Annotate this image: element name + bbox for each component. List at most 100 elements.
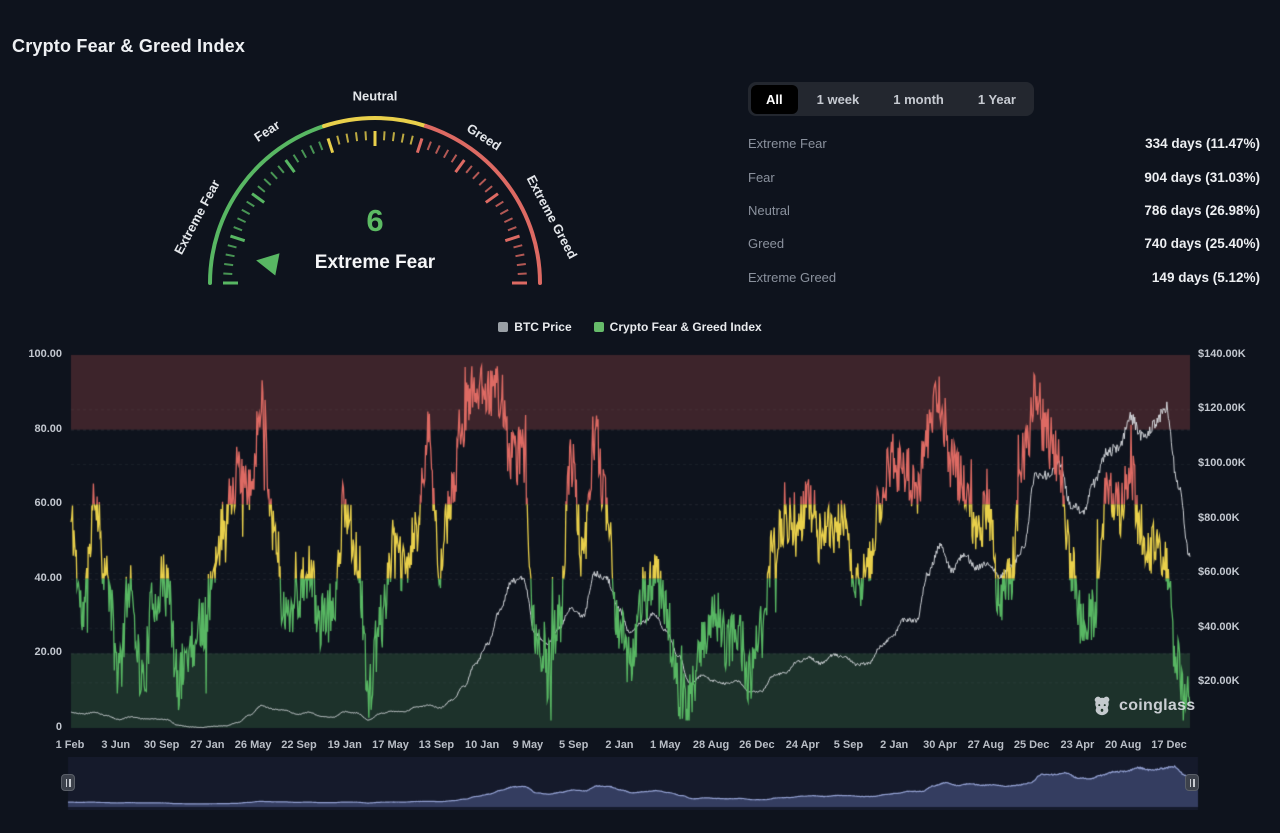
gauge-arc — [426, 126, 540, 283]
x-axis-tick: 27 Jan — [190, 739, 224, 751]
left-axis-tick: 100.00 — [0, 348, 62, 360]
x-axis-tick: 5 Sep — [834, 739, 863, 751]
gauge-tick — [486, 194, 498, 203]
btc-price-swatch-icon — [498, 322, 508, 332]
gauge-scale-neutral: Neutral — [353, 89, 398, 104]
gauge-tick — [226, 255, 235, 257]
right-axis-tick: $60.00K — [1198, 566, 1240, 578]
x-axis-tick: 24 Apr — [786, 739, 820, 751]
gauge-tick — [271, 172, 277, 179]
stat-label: Neutral — [748, 203, 790, 218]
tab-all[interactable]: All — [751, 85, 798, 114]
gauge-tick — [237, 218, 245, 222]
gauge-tick — [514, 245, 523, 247]
gauge-tick — [337, 136, 339, 145]
x-axis-tick: 1 Feb — [56, 739, 85, 751]
gauge-tick — [356, 132, 357, 141]
legend-item-fear-greed[interactable]: Crypto Fear & Greed Index — [594, 320, 762, 334]
x-axis-tick: 17 Dec — [1151, 739, 1186, 751]
gauge-tick — [479, 179, 486, 185]
gauge-tick — [328, 138, 333, 152]
gauge-tick — [444, 150, 448, 158]
gauge-tick — [452, 155, 457, 163]
x-axis-tick: 9 May — [513, 739, 544, 751]
gauge-tick — [294, 155, 299, 163]
gauge-tick — [252, 194, 264, 203]
navigator-right-handle-icon[interactable] — [1185, 774, 1199, 791]
x-axis-tick: 5 Sep — [559, 739, 588, 751]
legend-label: Crypto Fear & Greed Index — [610, 320, 762, 334]
left-axis-tick: 20.00 — [0, 646, 62, 658]
stat-value: 786 days (26.98%) — [1144, 203, 1260, 218]
left-axis-tick: 40.00 — [0, 572, 62, 584]
stat-row-extreme-greed: Extreme Greed 149 days (5.12%) — [748, 261, 1260, 294]
right-axis-tick: $100.00K — [1198, 457, 1246, 469]
gauge-tick — [278, 166, 284, 173]
main-chart-canvas[interactable] — [0, 340, 1280, 765]
range-tabs: All 1 week 1 month 1 Year — [748, 82, 1034, 116]
gauge-tick — [258, 186, 265, 192]
gauge-tick — [228, 245, 237, 247]
coinglass-watermark: coinglass — [1091, 695, 1196, 717]
right-axis-tick: $40.00K — [1198, 621, 1240, 633]
gauge-tick — [365, 131, 366, 140]
coinglass-wordmark: coinglass — [1119, 697, 1196, 715]
left-axis-tick: 0 — [0, 721, 62, 733]
gauge-tick — [310, 145, 314, 153]
stat-value: 904 days (31.03%) — [1144, 170, 1260, 185]
fear-greed-dashboard: { "page": { "title": "Crypto Fear & Gree… — [0, 0, 1280, 833]
gauge-tick — [234, 227, 242, 230]
x-axis-tick: 23 Apr — [1060, 739, 1094, 751]
chart-legend: BTC Price Crypto Fear & Greed Index — [0, 320, 1260, 334]
gauge-tick — [500, 210, 508, 214]
gauge-tick — [517, 264, 526, 265]
x-axis-tick: 2 Jan — [605, 739, 633, 751]
gauge-tick — [286, 160, 295, 172]
navigator-canvas[interactable] — [0, 757, 1280, 810]
x-axis-tick: 10 Jan — [465, 739, 499, 751]
gauge-tick — [302, 150, 306, 158]
gauge-current-status: Extreme Fear — [315, 252, 435, 274]
stat-row-greed: Greed 740 days (25.40%) — [748, 227, 1260, 260]
stat-label: Extreme Greed — [748, 270, 836, 285]
gauge-tick — [473, 172, 479, 179]
left-axis-tick: 80.00 — [0, 423, 62, 435]
right-axis-tick: $140.00K — [1198, 348, 1246, 360]
right-axis-tick: $20.00K — [1198, 675, 1240, 687]
x-axis-tick: 2 Jan — [880, 739, 908, 751]
tab-1-week[interactable]: 1 week — [802, 85, 875, 114]
gauge-tick — [428, 142, 431, 150]
gauge-tick — [411, 136, 413, 145]
gauge-tick — [485, 186, 492, 192]
tab-1-month[interactable]: 1 month — [878, 85, 959, 114]
gauge-tick — [417, 138, 422, 152]
sentiment-stats: Extreme Fear 334 days (11.47%) Fear 904 … — [748, 127, 1260, 294]
stat-label: Extreme Fear — [748, 136, 827, 151]
gauge-tick — [384, 131, 385, 140]
stat-row-extreme-fear: Extreme Fear 334 days (11.47%) — [748, 127, 1260, 160]
tab-1-year[interactable]: 1 Year — [963, 85, 1031, 114]
x-axis-tick: 28 Aug — [693, 739, 729, 751]
gauge-tick — [242, 210, 250, 214]
gauge-tick — [319, 142, 322, 150]
gauge-tick — [223, 273, 232, 274]
gauge-tick — [515, 255, 524, 257]
navigator-left-handle-icon[interactable] — [61, 774, 75, 791]
legend-item-btc-price[interactable]: BTC Price — [498, 320, 571, 334]
coinglass-bear-icon — [1091, 695, 1113, 717]
gauge-tick — [402, 134, 404, 143]
gauge-pointer-icon — [256, 253, 279, 275]
gauge-tick — [224, 264, 233, 265]
gauge-arc — [324, 118, 426, 126]
x-axis-tick: 3 Jun — [101, 739, 130, 751]
stat-row-fear: Fear 904 days (31.03%) — [748, 160, 1260, 193]
x-axis-tick: 30 Apr — [923, 739, 957, 751]
stat-label: Fear — [748, 170, 775, 185]
gauge-tick — [436, 145, 440, 153]
fear-greed-gauge: Extreme Fear Fear Neutral Greed Extreme … — [0, 0, 760, 320]
right-axis-tick: $120.00K — [1198, 402, 1246, 414]
gauge-tick — [264, 179, 271, 185]
gauge-tick — [393, 132, 394, 141]
fear-greed-swatch-icon — [594, 322, 604, 332]
x-axis-tick: 26 Dec — [739, 739, 774, 751]
